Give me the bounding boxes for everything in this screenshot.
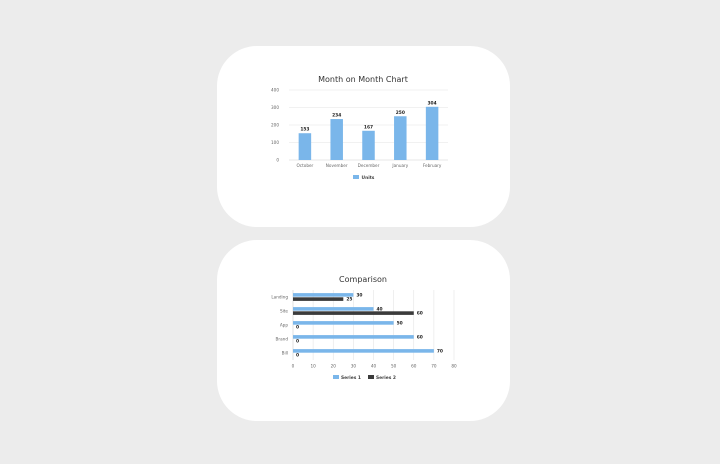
bar: [362, 130, 375, 160]
bar: [293, 349, 434, 353]
bar: [293, 293, 354, 297]
y-tick-label: 100: [271, 140, 279, 145]
bar: [394, 116, 407, 160]
data-label: 167: [364, 124, 373, 130]
data-label: 70: [437, 348, 443, 354]
y-tick-label: 400: [271, 88, 279, 93]
x-tick-label: 80: [451, 364, 457, 369]
data-label: 0: [296, 325, 299, 331]
data-label: 250: [396, 110, 405, 116]
bar: [293, 321, 394, 325]
y-tick-label: Brand: [276, 337, 289, 342]
comparison-chart-card: Comparison 0 10 20 30 40 50 60 70 80 Landing 30 25 Si…: [217, 240, 510, 421]
x-tick-label: 20: [331, 364, 337, 369]
bar: [293, 311, 414, 315]
x-tick-label: 30: [351, 364, 357, 369]
x-tick-label: 70: [431, 364, 437, 369]
y-tick-label: 0: [276, 158, 279, 163]
legend-swatch: [368, 375, 374, 379]
x-tick-label: November: [326, 163, 348, 168]
bar: [330, 119, 343, 160]
data-label: 304: [428, 100, 437, 106]
x-tick-label: 60: [411, 364, 417, 369]
chart-title: Comparison: [339, 275, 387, 284]
bar: [293, 297, 344, 301]
data-label: 60: [417, 334, 423, 340]
data-label: 50: [397, 320, 403, 326]
x-tick-label: February: [423, 163, 442, 168]
bar: [425, 106, 439, 160]
data-label: 30: [356, 292, 362, 298]
chart-title: Month on Month Chart: [318, 75, 408, 84]
legend-swatch: [353, 175, 359, 179]
data-label: 0: [296, 353, 299, 359]
y-tick-label: Landing: [271, 295, 288, 300]
data-label: 60: [417, 311, 423, 317]
y-tick-label: App: [280, 323, 289, 328]
legend-label: Units: [362, 175, 375, 181]
x-tick-label: 40: [371, 364, 377, 369]
x-tick-label: October: [297, 163, 314, 168]
y-tick-label: Site: [280, 309, 288, 314]
y-tick-label: 300: [271, 105, 279, 110]
bar: [293, 335, 414, 339]
data-label: 0: [296, 339, 299, 345]
x-tick-label: December: [358, 163, 380, 168]
comparison-chart: Comparison 0 10 20 30 40 50 60 70 80 Landing 30 25 Si…: [271, 275, 457, 381]
data-label: 25: [346, 297, 352, 303]
month-chart-card: Month on Month Chart 0 100 200 300 400 153 Octo…: [217, 46, 510, 227]
y-tick-label: Bill: [282, 351, 288, 356]
y-tick-label: 200: [271, 123, 279, 128]
legend-swatch: [333, 375, 339, 379]
x-tick-label: 50: [391, 364, 397, 369]
data-label: 234: [332, 113, 341, 119]
bar: [298, 133, 312, 160]
month-on-month-chart: Month on Month Chart 0 100 200 300 400 153 Octo…: [271, 75, 448, 181]
x-tick-label: January: [391, 163, 408, 168]
x-tick-label: 10: [310, 364, 316, 369]
data-label: 153: [300, 127, 309, 133]
x-tick-label: 0: [292, 364, 295, 369]
legend-label: Series 2: [376, 375, 396, 381]
legend-label: Series 1: [341, 375, 361, 381]
bar: [293, 307, 374, 311]
